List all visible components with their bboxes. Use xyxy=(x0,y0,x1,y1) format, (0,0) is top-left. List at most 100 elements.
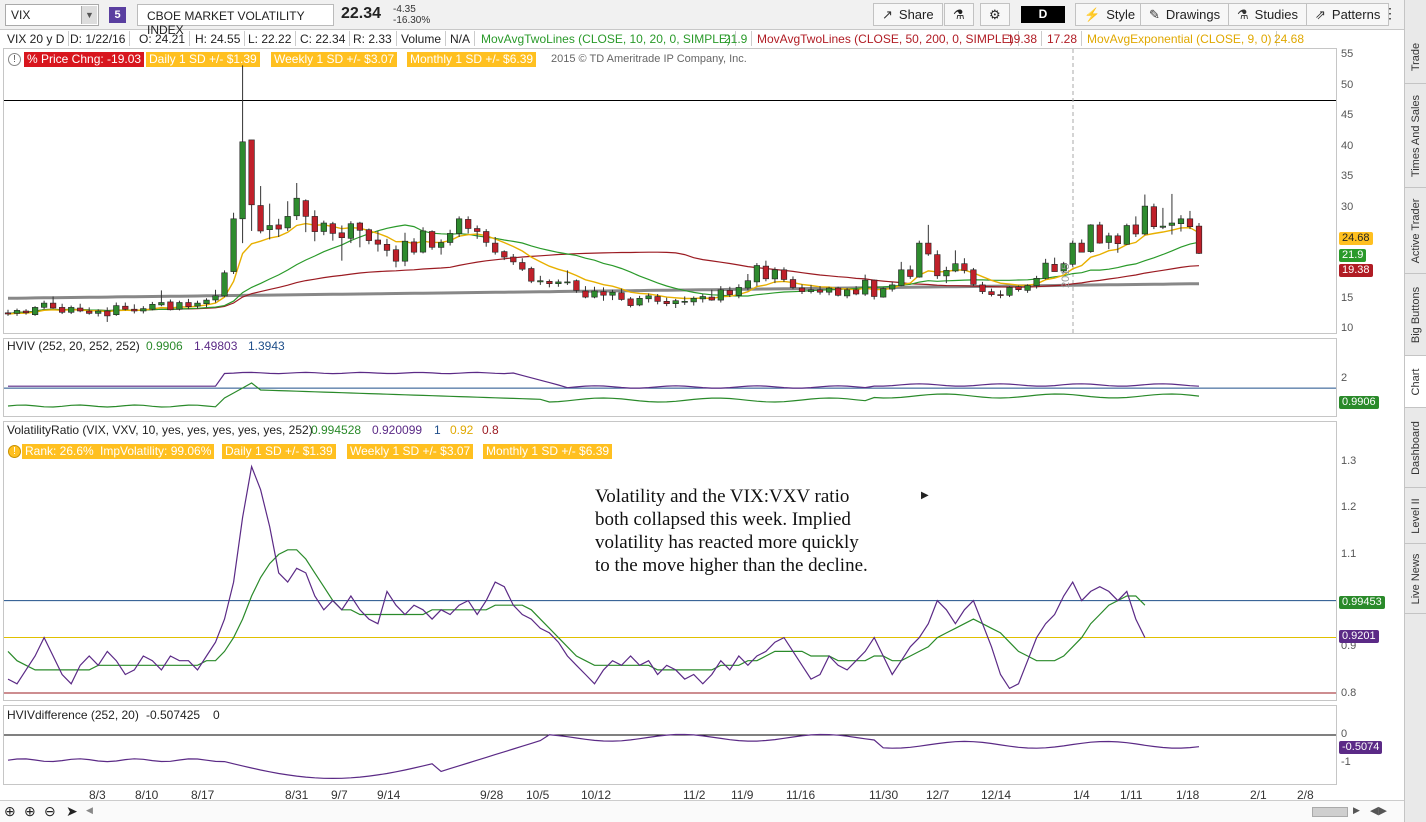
candle-body xyxy=(428,231,436,248)
candle-body xyxy=(392,249,400,262)
candle-body xyxy=(131,308,138,312)
candle-body xyxy=(871,279,878,297)
candle-body xyxy=(1132,224,1139,235)
candle-body xyxy=(212,295,219,301)
candle-body xyxy=(907,269,914,277)
vr-purple-line xyxy=(7,464,1146,690)
tab-dashboard[interactable]: Dashboard xyxy=(1405,408,1426,488)
candle-body xyxy=(1150,206,1157,227)
zoom-fit-icon[interactable]: ⊕ xyxy=(4,803,16,820)
scroll-left-icon[interactable]: ◀ xyxy=(86,805,93,816)
tab-label: Times And Sales xyxy=(1410,94,1422,177)
candle-body xyxy=(68,307,75,313)
tab-trade[interactable]: Trade xyxy=(1405,30,1426,84)
candle-body xyxy=(1177,218,1185,225)
candle-body xyxy=(952,263,959,272)
candle-body xyxy=(113,305,120,316)
price-tick: 35 xyxy=(1341,170,1354,182)
candle-body xyxy=(636,297,643,306)
candle-body xyxy=(762,265,769,280)
ma-fast-price-tag: 21.9 xyxy=(1339,249,1367,262)
candle-body xyxy=(185,302,192,307)
candle-body xyxy=(1195,225,1203,254)
zoom-out-icon[interactable]: ⊖ xyxy=(44,803,56,820)
tab-live-news[interactable]: Live News xyxy=(1405,544,1426,614)
price-tick: 55 xyxy=(1341,48,1354,60)
candle-body xyxy=(961,263,968,271)
candle-body xyxy=(95,310,102,314)
candle-body xyxy=(1105,235,1112,243)
side-tabs: Trade Times And Sales Active Trader Big … xyxy=(1404,0,1426,822)
candle-body xyxy=(22,310,30,314)
tab-label: Big Buttons xyxy=(1410,286,1422,343)
scroll-right-icon[interactable]: ▶ xyxy=(1353,805,1360,816)
candle-body xyxy=(248,139,255,206)
tab-active-trader[interactable]: Active Trader xyxy=(1405,188,1426,274)
vr-green-tag: 0.99453 xyxy=(1339,596,1385,609)
candle-body xyxy=(744,280,751,289)
candle-body xyxy=(284,216,291,229)
candle-body xyxy=(1033,277,1040,286)
candle-body xyxy=(780,269,788,280)
candle-body xyxy=(302,200,309,217)
candle-body xyxy=(474,228,481,232)
cursor-icon[interactable]: ➤ xyxy=(66,803,78,820)
candle-body xyxy=(1006,287,1013,296)
candle-body xyxy=(1141,205,1148,235)
candle-body xyxy=(230,218,237,272)
candle-body xyxy=(1186,218,1194,228)
scrollbar-thumb[interactable] xyxy=(1312,807,1348,817)
candle-body xyxy=(970,269,977,285)
candle-body xyxy=(645,295,652,300)
candle-body xyxy=(979,284,986,292)
tab-level-ii[interactable]: Level II xyxy=(1405,488,1426,544)
expand-icon[interactable]: ◀▶ xyxy=(1370,804,1387,817)
candle-body xyxy=(383,244,391,251)
candle-body xyxy=(564,281,571,284)
tab-label: Active Trader xyxy=(1410,198,1422,263)
vr-tick: 1.3 xyxy=(1341,455,1357,467)
tab-big-buttons[interactable]: Big Buttons xyxy=(1405,274,1426,356)
candle-body xyxy=(311,216,318,232)
candle-body xyxy=(446,233,454,243)
candle-body xyxy=(410,241,418,253)
tab-times-and-sales[interactable]: Times And Sales xyxy=(1405,84,1426,188)
candle-body xyxy=(221,272,228,297)
candle-body xyxy=(898,269,905,286)
candle-body xyxy=(546,280,553,284)
candle-body xyxy=(852,289,860,295)
candle-body xyxy=(266,225,273,230)
tab-chart[interactable]: Chart xyxy=(1405,356,1426,408)
candle-body xyxy=(492,242,499,253)
hviv-tick: 2 xyxy=(1341,372,1348,384)
price-tick: 30 xyxy=(1341,201,1354,213)
candle-body xyxy=(880,288,887,298)
candle-body xyxy=(934,254,941,277)
candle-body xyxy=(338,232,345,239)
candle-body xyxy=(699,296,706,300)
candle-body xyxy=(4,312,12,315)
zoom-in-icon[interactable]: ⊕ xyxy=(24,803,36,820)
tab-label: Level II xyxy=(1410,497,1422,534)
candle-body xyxy=(1024,285,1031,291)
candle-body xyxy=(1051,263,1058,272)
candle-body xyxy=(401,240,409,262)
price-tick: 15 xyxy=(1341,292,1354,304)
candle-body xyxy=(573,280,580,291)
candle-body xyxy=(753,265,760,283)
chart-canvas[interactable] xyxy=(0,0,1404,800)
candle-body xyxy=(40,302,48,308)
candle-body xyxy=(49,302,57,309)
candle-body xyxy=(465,219,472,229)
candle-body xyxy=(916,242,923,278)
candle-body xyxy=(663,300,670,304)
candle-body xyxy=(104,310,111,317)
candle-body xyxy=(609,291,616,296)
candle-body xyxy=(726,290,733,295)
candle-body xyxy=(555,281,562,284)
candle-body xyxy=(988,291,995,295)
vr-tick: 0.8 xyxy=(1341,687,1357,699)
candle-body xyxy=(347,223,355,239)
candle-body xyxy=(455,218,463,234)
hviv-tag: 0.9906 xyxy=(1339,396,1379,409)
